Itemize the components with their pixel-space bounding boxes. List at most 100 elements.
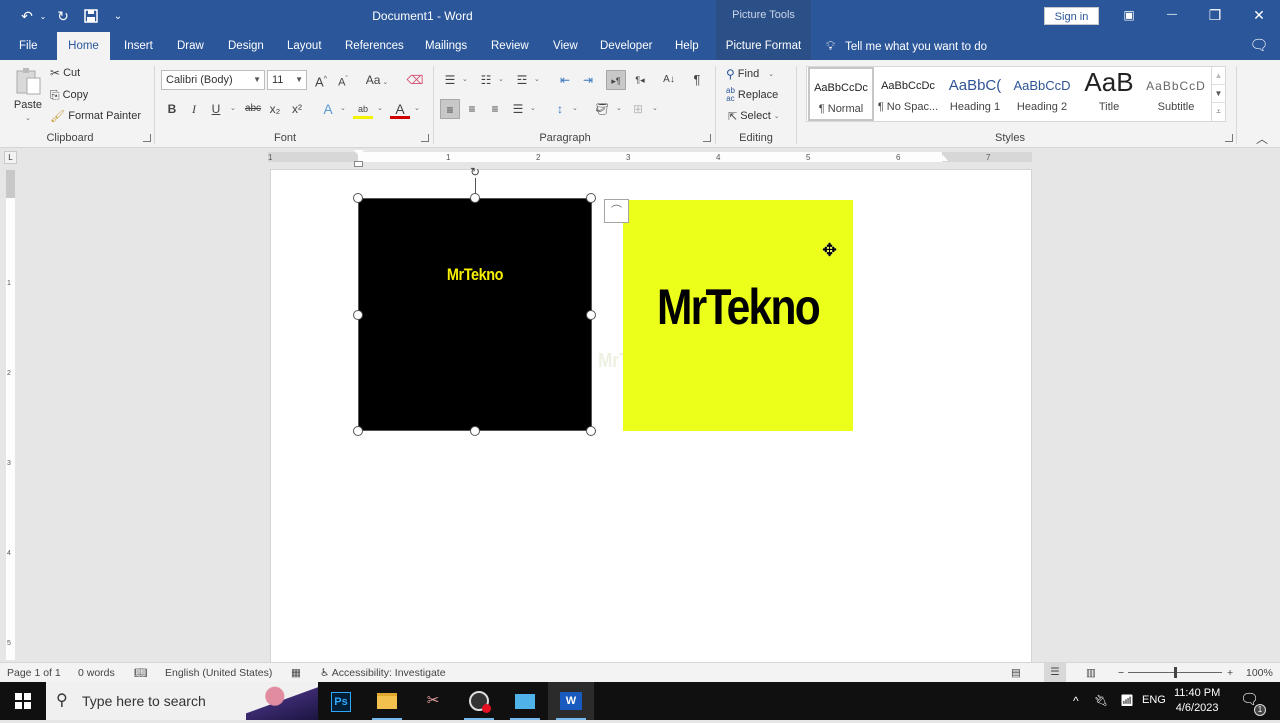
style-normal[interactable]: AaBbCcDc ¶ Normal: [808, 67, 874, 121]
restore-icon[interactable]: ❐: [1200, 4, 1230, 26]
styles-gallery-scroll[interactable]: ▲ ▼ ⩡: [1211, 67, 1225, 121]
format-painter-button[interactable]: 🖌︎ Format Painter: [50, 106, 141, 126]
font-name-dropdown[interactable]: Calibri (Body) ▼: [161, 70, 265, 90]
clipboard-launcher-icon[interactable]: [143, 134, 151, 142]
decrease-indent-icon[interactable]: ⇤: [555, 70, 575, 90]
underline-dropdown-icon[interactable]: ⌄: [230, 99, 236, 119]
copy-button[interactable]: ⎘ Copy: [50, 85, 88, 105]
tab-developer[interactable]: Developer: [598, 32, 654, 60]
ltr-direction-icon[interactable]: ▸¶: [606, 70, 626, 90]
cut-button[interactable]: ✂ Cut: [50, 63, 80, 83]
tab-home[interactable]: Home: [57, 32, 110, 61]
horizontal-ruler[interactable]: 1 1 2 3 4 5 6 7: [268, 152, 1032, 162]
language-indicator[interactable]: ENG: [1142, 694, 1166, 706]
taskbar-app-photoshop[interactable]: Ps: [318, 682, 364, 720]
multilevel-list-icon[interactable]: ☲: [512, 70, 532, 90]
web-layout-icon[interactable]: ▥: [1086, 666, 1096, 680]
clear-formatting-icon[interactable]: ⌫: [405, 70, 425, 90]
justify-icon[interactable]: ☰: [508, 99, 528, 119]
tab-design[interactable]: Design: [226, 32, 266, 60]
paragraph-launcher-icon[interactable]: [703, 134, 711, 142]
vertical-ruler[interactable]: 1 2 3 4 5: [6, 170, 15, 660]
sort-icon[interactable]: A↓: [659, 70, 679, 90]
shrink-font-icon[interactable]: Aˇ: [333, 70, 353, 90]
tab-references[interactable]: References: [343, 32, 406, 60]
rtl-direction-icon[interactable]: ¶◂: [630, 70, 650, 90]
taskbar-app-obs[interactable]: [456, 682, 502, 720]
start-button[interactable]: [0, 682, 46, 720]
right-indent-marker[interactable]: [938, 155, 948, 161]
scroll-down-icon[interactable]: ▼: [1212, 85, 1225, 103]
highlight-button[interactable]: ab: [353, 99, 373, 119]
tab-picture-format[interactable]: Picture Format: [716, 32, 811, 60]
minimize-icon[interactable]: —: [1157, 4, 1187, 26]
style-heading-2[interactable]: AaBbCcD Heading 2: [1009, 67, 1075, 121]
show-formatting-icon[interactable]: ¶: [687, 70, 707, 90]
comments-icon[interactable]: 🗨︎: [1248, 36, 1270, 56]
taskbar-app-magnifier[interactable]: [502, 682, 548, 720]
taskbar-search-box[interactable]: ⚲ Type here to search: [46, 682, 318, 720]
layout-options-icon[interactable]: ⌒: [604, 199, 629, 223]
tab-help[interactable]: Help: [673, 32, 701, 60]
taskbar-app-snipping[interactable]: ✂: [410, 682, 456, 720]
language-indicator[interactable]: English (United States): [165, 666, 272, 680]
tell-me-search[interactable]: 💡︎ Tell me what you want to do: [826, 32, 987, 60]
multilevel-dropdown-icon[interactable]: ⌄: [534, 70, 540, 90]
style-no-spacing[interactable]: AaBbCcDc ¶ No Spac...: [875, 67, 941, 121]
print-layout-icon[interactable]: ☰: [1044, 663, 1066, 682]
resize-handle-bottom-right[interactable]: [586, 426, 596, 436]
taskbar-app-file-explorer[interactable]: [364, 682, 410, 720]
tab-mailings[interactable]: Mailings: [423, 32, 469, 60]
paste-dropdown-icon[interactable]: ⌄: [25, 114, 31, 122]
tab-file[interactable]: File: [17, 32, 40, 60]
style-subtitle[interactable]: AaBbCcD Subtitle: [1143, 67, 1209, 121]
align-left-icon[interactable]: ≡: [440, 99, 460, 119]
gallery-more-icon[interactable]: ⩡: [1212, 103, 1225, 121]
resize-handle-left[interactable]: [353, 310, 363, 320]
increase-indent-icon[interactable]: ⇥: [578, 70, 598, 90]
resize-handle-right[interactable]: [586, 310, 596, 320]
page-count[interactable]: Page 1 of 1: [7, 666, 61, 680]
first-line-indent-marker[interactable]: [354, 150, 364, 156]
shading-icon[interactable]: 🪣︎: [592, 99, 612, 119]
show-hidden-icons[interactable]: ^: [1073, 694, 1079, 708]
change-case-button[interactable]: Aa ⌄: [362, 70, 392, 90]
align-center-icon[interactable]: ≡: [462, 99, 482, 119]
align-right-icon[interactable]: ≡: [485, 99, 505, 119]
scroll-up-icon[interactable]: ▲: [1212, 67, 1225, 85]
collapse-ribbon-icon[interactable]: ︿: [1256, 130, 1268, 147]
resize-handle-bottom-left[interactable]: [353, 426, 363, 436]
numbering-dropdown-icon[interactable]: ⌄: [498, 70, 504, 90]
select-button[interactable]: ⇱ Select ⌄: [728, 106, 780, 126]
rotate-handle-icon[interactable]: ↻: [468, 166, 482, 178]
battery-icon[interactable]: 🔌︎: [1094, 694, 1108, 707]
accessibility-checker[interactable]: ♿︎ Accessibility: Investigate: [320, 666, 446, 680]
tab-view[interactable]: View: [551, 32, 580, 60]
style-heading-1[interactable]: AaBbC( Heading 1: [942, 67, 1008, 121]
word-count[interactable]: 0 words: [78, 666, 115, 680]
proofing-icon[interactable]: 📖︎: [134, 666, 147, 680]
resize-handle-top-right[interactable]: [586, 193, 596, 203]
font-color-dropdown-icon[interactable]: ⌄: [414, 99, 420, 119]
text-effects-button[interactable]: A: [318, 99, 338, 119]
borders-icon[interactable]: ⊞: [628, 99, 648, 119]
left-indent-marker[interactable]: [354, 161, 363, 167]
wifi-icon[interactable]: 📶︎: [1120, 694, 1134, 707]
justify-dropdown-icon[interactable]: ⌄: [530, 99, 536, 119]
paste-button[interactable]: Paste ⌄: [10, 66, 46, 124]
sign-in-button[interactable]: Sign in: [1044, 7, 1099, 25]
taskbar-app-word[interactable]: W: [548, 682, 594, 720]
bullets-icon[interactable]: ☰: [440, 70, 460, 90]
tab-draw[interactable]: Draw: [175, 32, 206, 60]
highlight-dropdown-icon[interactable]: ⌄: [377, 99, 383, 119]
tab-layout[interactable]: Layout: [285, 32, 324, 60]
text-effects-dropdown-icon[interactable]: ⌄: [340, 99, 346, 119]
italic-button[interactable]: I: [184, 99, 204, 119]
bullets-dropdown-icon[interactable]: ⌄: [462, 70, 468, 90]
resize-handle-bottom[interactable]: [470, 426, 480, 436]
zoom-slider-thumb[interactable]: [1174, 667, 1177, 678]
strikethrough-button[interactable]: abc: [243, 99, 263, 119]
close-icon[interactable]: ✕: [1244, 4, 1274, 26]
numbering-icon[interactable]: ☷: [476, 70, 496, 90]
tab-insert[interactable]: Insert: [122, 32, 155, 60]
